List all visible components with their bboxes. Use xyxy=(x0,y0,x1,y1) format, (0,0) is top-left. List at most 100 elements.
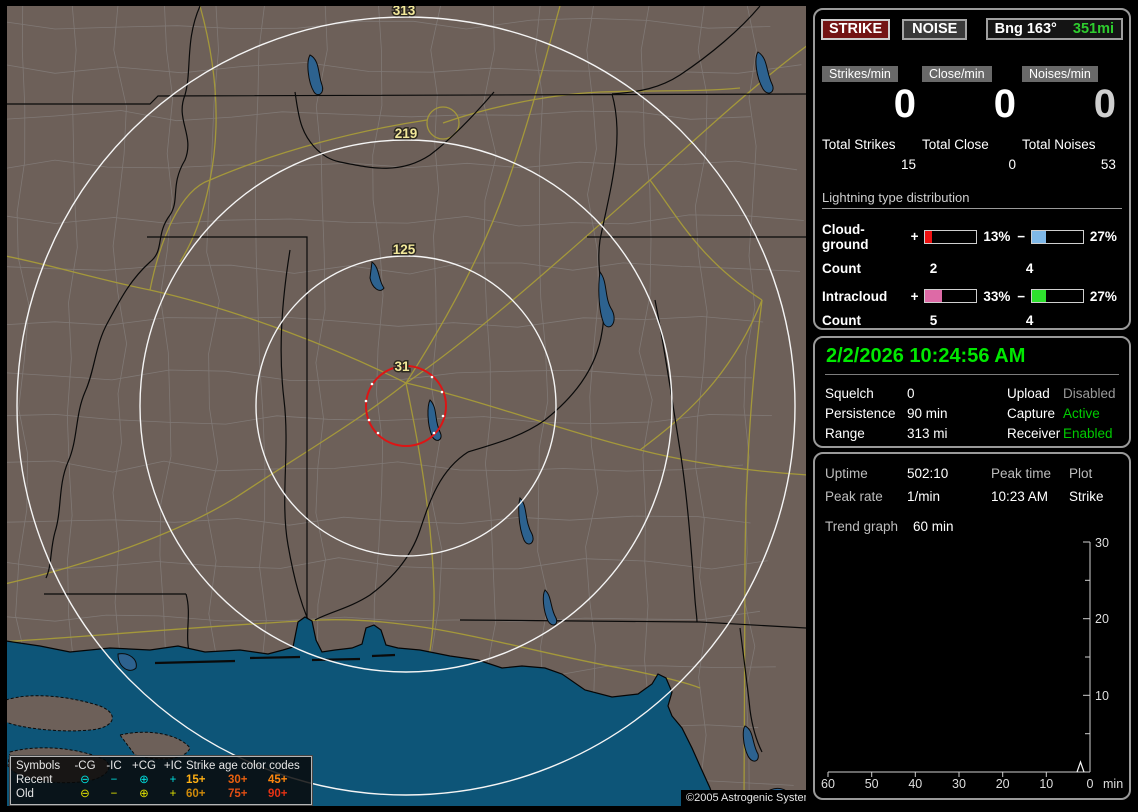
legend-col-neg-ic: -IC xyxy=(106,760,122,772)
noise-button[interactable]: NOISE xyxy=(902,18,968,40)
cloud-ground-label: Cloud-ground xyxy=(822,221,869,252)
receiver-status: Enabled xyxy=(1063,426,1113,441)
ic-negative-bar xyxy=(1030,289,1084,304)
settings-row: Squelch 0 Upload Disabled xyxy=(825,384,1119,404)
persistence-label: Persistence xyxy=(825,406,896,421)
ic-positive-pct: 33% xyxy=(983,288,1011,304)
cg-positive-count: 2 xyxy=(929,260,938,276)
total-strikes-label: Total Strikes xyxy=(822,136,896,152)
range-label: Range xyxy=(825,426,865,441)
pos-ic-old-icon: + xyxy=(169,788,177,800)
peak-rate-row: Peak rate 1/min 10:23 AM Strike xyxy=(825,485,1119,508)
squelch-value: 0 xyxy=(907,386,915,401)
legend-col-pos-cg: +CG xyxy=(132,760,156,772)
bearing-readout: Bng 163° 351mi xyxy=(985,18,1123,40)
trend-graph-row: Trend graph 60 min xyxy=(825,515,1119,538)
range-value: 313 mi xyxy=(907,426,948,441)
intracloud-label: Intracloud xyxy=(822,288,888,304)
legend-row-recent-label: Recent xyxy=(16,774,53,786)
cg-negative-count: 4 xyxy=(1025,260,1034,276)
trend-panel: Uptime 502:10 Peak time Plot Peak rate 1… xyxy=(813,452,1131,800)
ic-count-label: Count xyxy=(822,312,861,328)
plot-label: Plot xyxy=(1069,466,1093,481)
peak-rate-label: Peak rate xyxy=(825,489,883,504)
ic-positive-count: 5 xyxy=(929,312,938,328)
strike-stats-panel: STRIKE NOISE Bng 163° 351mi Strikes/min … xyxy=(813,8,1131,330)
close-column: Close/min 0 Total Close 0 xyxy=(921,66,1022,172)
settings-row: Range 313 mi Receiver Enabled xyxy=(825,424,1119,444)
ring-label-125: 125 xyxy=(393,242,416,257)
clock-settings-panel: 2/2/2026 10:24:56 AM Squelch 0 Upload Di… xyxy=(813,336,1131,448)
legend-age-header: Strike age color codes xyxy=(186,760,300,772)
cg-positive-bar-fill xyxy=(925,230,932,243)
neg-cg-old-icon: ⊖ xyxy=(80,788,90,800)
ic-negative-bar-fill xyxy=(1031,290,1046,303)
peak-time-label: Peak time xyxy=(991,466,1052,481)
xtick-30: 30 xyxy=(952,777,966,791)
legend-row-old-label: Old xyxy=(16,788,34,800)
ytick-30: 30 xyxy=(1095,536,1109,550)
age-code-30: 30+ xyxy=(228,774,248,786)
total-close-label: Total Close xyxy=(921,136,989,152)
upload-status: Disabled xyxy=(1063,386,1116,401)
map-svg: 313 219 125 31 xyxy=(7,6,806,806)
total-close-value: 0 xyxy=(1008,156,1016,172)
xtick-60: 60 xyxy=(821,777,835,791)
distribution-header: Lightning type distribution xyxy=(822,190,1122,209)
xtick-40: 40 xyxy=(908,777,922,791)
map-canvas[interactable]: 313 219 125 31 Symbols -CG -IC +CG +IC S… xyxy=(7,6,806,806)
pos-ic-recent-icon: + xyxy=(169,774,177,786)
uptime-value: 502:10 xyxy=(907,466,949,481)
app-window: { "map": { "ring_labels": ["313", "219",… xyxy=(0,0,1138,812)
total-strikes-value: 15 xyxy=(900,156,916,172)
cg-negative-pct: 27% xyxy=(1089,229,1117,245)
trend-window-value: 60 min xyxy=(913,519,954,534)
total-noises-label: Total Noises xyxy=(1021,136,1096,152)
legend-symbols-header: Symbols xyxy=(16,760,61,772)
age-code-90: 90+ xyxy=(268,788,288,800)
peak-rate-value: 1/min xyxy=(907,489,941,504)
strikes-per-min-value: 0 xyxy=(893,82,916,126)
plus-sign: + xyxy=(910,288,919,304)
xtick-0: 0 xyxy=(1087,777,1094,791)
close-per-min-chip: Close/min xyxy=(921,66,992,82)
trend-spike xyxy=(1076,760,1085,773)
upload-label: Upload xyxy=(1007,386,1050,401)
cg-count-label: Count xyxy=(822,260,861,276)
trend-graph-label: Trend graph xyxy=(825,519,899,534)
cg-negative-bar-fill xyxy=(1031,230,1046,243)
bearing-distance: 351mi xyxy=(1072,21,1114,37)
legend-col-pos-ic: +IC xyxy=(163,760,183,772)
xtick-20: 20 xyxy=(996,777,1010,791)
age-code-45: 45+ xyxy=(268,774,288,786)
lightning-distribution: Lightning type distribution Cloud-ground… xyxy=(822,190,1122,328)
neg-ic-old-icon: − xyxy=(110,788,118,800)
cg-negative-bar xyxy=(1030,229,1084,244)
close-per-min-value: 0 xyxy=(993,82,1016,126)
capture-status: Active xyxy=(1063,406,1100,421)
symbols-legend: Symbols -CG -IC +CG +IC Strike age color… xyxy=(9,755,313,806)
age-code-15: 15+ xyxy=(186,774,206,786)
settings-row: Persistence 90 min Capture Active xyxy=(825,404,1119,424)
strikes-per-min-chip: Strikes/min xyxy=(822,66,898,82)
pos-cg-old-icon: ⊕ xyxy=(139,788,149,800)
intracloud-count-row: Count 5 4 xyxy=(822,313,1122,328)
ic-negative-count: 4 xyxy=(1025,312,1034,328)
noises-per-min-value: 0 xyxy=(1093,82,1116,126)
ring-label-313: 313 xyxy=(393,6,416,18)
strike-button[interactable]: STRIKE xyxy=(821,18,891,40)
ytick-20: 20 xyxy=(1095,612,1109,626)
cloud-ground-count-row: Count 2 4 xyxy=(822,261,1122,276)
minus-sign: − xyxy=(1017,288,1026,304)
peak-time-value: 10:23 AM xyxy=(991,489,1049,504)
plot-mode-value: Strike xyxy=(1069,489,1104,504)
receiver-label: Receiver xyxy=(1007,426,1061,441)
xtick-50: 50 xyxy=(865,777,879,791)
cg-positive-bar xyxy=(924,229,978,244)
noises-per-min-chip: Noises/min xyxy=(1021,66,1098,82)
total-noises-value: 53 xyxy=(1100,156,1116,172)
bearing-value: Bng 163° xyxy=(994,21,1057,37)
ring-label-219: 219 xyxy=(395,126,418,141)
ic-negative-pct: 27% xyxy=(1089,288,1117,304)
intracloud-row: Intracloud + 33% − 27% xyxy=(822,289,1122,304)
